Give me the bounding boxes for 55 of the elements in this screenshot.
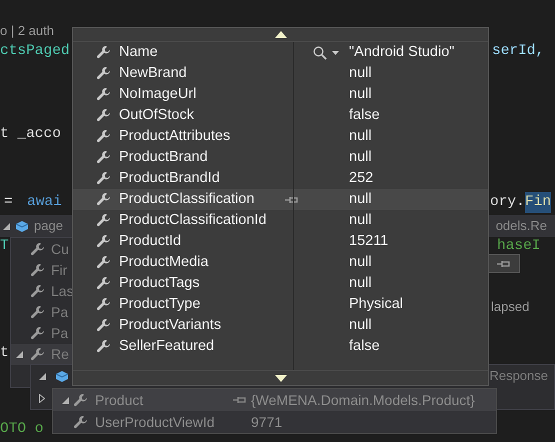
property-name: ProductAttributes — [119, 126, 232, 146]
variable-name: page — [34, 217, 63, 236]
property-name: ProductBrandId — [119, 168, 221, 188]
property-name: Product — [95, 390, 144, 410]
property-name: Cu — [51, 240, 69, 259]
codelens-text: lapsed — [491, 298, 530, 316]
property-value: null — [349, 316, 372, 335]
property-name: SellerFeatured — [119, 336, 216, 356]
property-name: UserProductViewId — [95, 412, 216, 432]
property-name: Re — [51, 345, 69, 364]
property-value: null — [349, 252, 372, 272]
code-text: t — [0, 344, 9, 363]
property-name: ProductBrand — [119, 148, 209, 167]
property-value: 252 — [349, 168, 374, 188]
property-value: 9771 — [251, 412, 282, 432]
code-text: ory. — [490, 193, 525, 212]
property-name: ProductMedia — [119, 252, 210, 272]
property-name: ProductClassificationId — [119, 210, 268, 230]
property-value: 15211 — [349, 232, 388, 251]
property-value: "Android Studio" — [349, 42, 454, 62]
property-name: ProductClassification — [119, 190, 256, 209]
property-value: null — [349, 126, 372, 146]
code-text: awai — [27, 193, 62, 212]
code-text: ctsPaged — [0, 42, 70, 61]
variable-value: odels.Re — [496, 217, 547, 236]
property-name: ProductVariants — [119, 316, 222, 335]
property-value: null — [349, 64, 372, 83]
code-text: T — [0, 237, 9, 256]
property-name: ProductId — [119, 232, 182, 251]
code-text: serId, — [492, 42, 544, 61]
property-name: ProductTags — [119, 274, 201, 293]
code-text: t _acco — [0, 125, 61, 144]
code-text: = — [4, 193, 13, 212]
property-value: null — [349, 148, 372, 167]
property-name: Pa — [51, 303, 68, 322]
property-value: null — [349, 84, 372, 104]
code-text: Fin — [525, 192, 552, 213]
property-name: Pa — [51, 324, 68, 343]
property-name: Name — [119, 42, 159, 62]
property-name: NewBrand — [119, 64, 188, 83]
property-name: NoImageUrl — [119, 84, 198, 104]
property-value: false — [349, 336, 380, 356]
property-value: null — [349, 190, 372, 209]
property-value: {WeMENA.Domain.Models.Product} — [251, 390, 475, 410]
property-value: Physical — [349, 294, 403, 314]
code-text: haseI — [497, 237, 541, 256]
variable-value: Response — [489, 367, 548, 386]
code-text: OTO o — [0, 420, 44, 439]
property-name: Fir — [51, 261, 68, 280]
property-value: null — [349, 210, 372, 230]
codelens-text: o | 2 auth — [0, 22, 54, 40]
property-name: OutOfStock — [119, 106, 195, 125]
property-value: false — [349, 106, 380, 125]
property-name: ProductType — [119, 294, 202, 314]
property-value: null — [349, 274, 372, 293]
